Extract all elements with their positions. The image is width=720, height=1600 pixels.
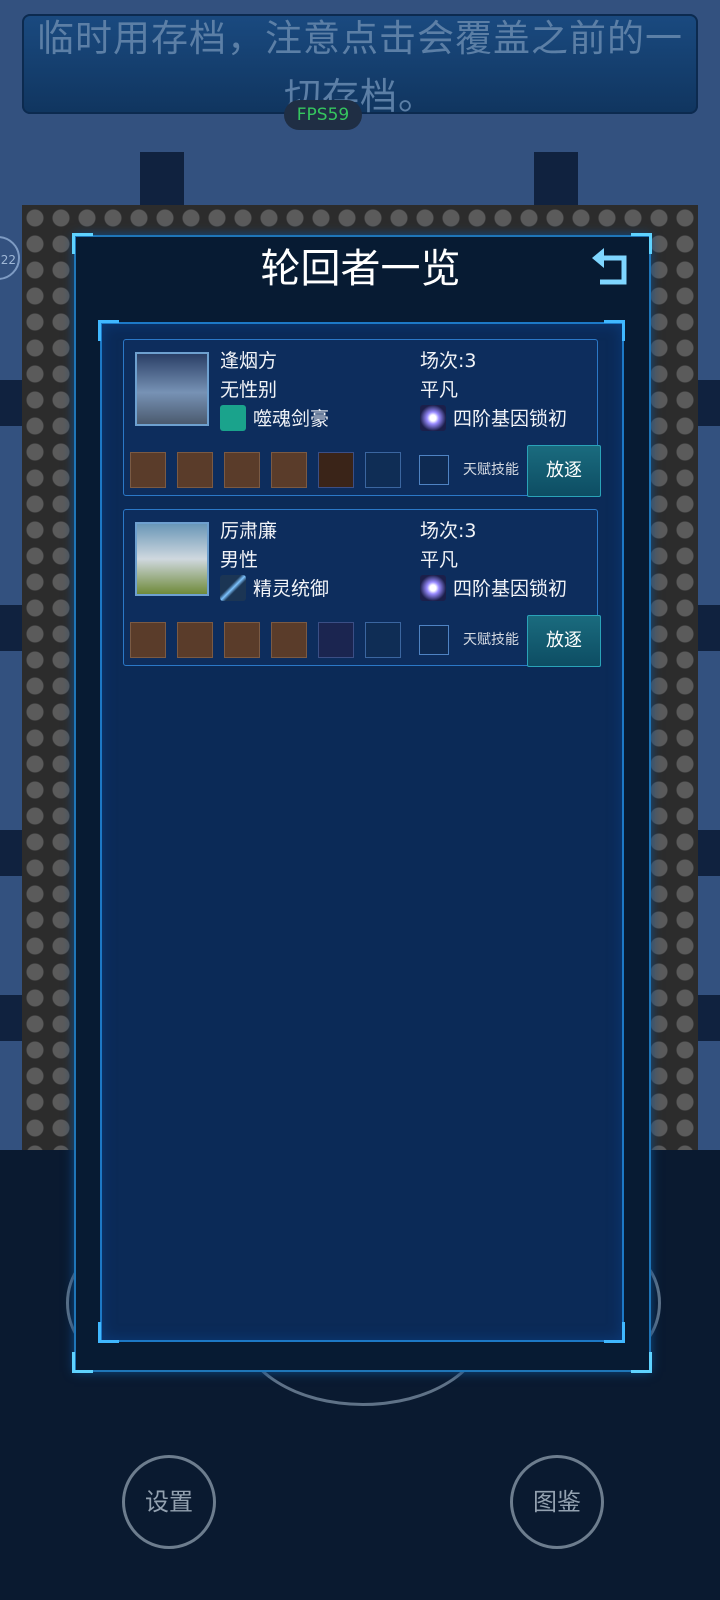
starburst-icon xyxy=(420,575,446,601)
return-arrow-icon xyxy=(592,248,627,285)
character-class: 精灵统御 xyxy=(253,578,330,600)
red-boots-icon[interactable] xyxy=(271,622,307,658)
crystal-shard-icon[interactable] xyxy=(271,452,307,488)
fps-counter: FPS59 xyxy=(284,100,362,130)
scythe-icon[interactable] xyxy=(318,452,354,488)
map-wall-right-4 xyxy=(698,995,720,1041)
character-tier: 平凡 xyxy=(420,549,459,571)
character-gender: 无性别 xyxy=(220,379,278,401)
talent-skill-checkbox[interactable] xyxy=(419,455,449,485)
exile-button[interactable]: 放逐 xyxy=(527,445,601,497)
character-portrait[interactable] xyxy=(135,352,209,426)
codex-button[interactable]: 图鉴 xyxy=(510,1455,604,1549)
exile-button[interactable]: 放逐 xyxy=(527,615,601,667)
talent-skill-checkbox[interactable] xyxy=(419,625,449,655)
spear-icon xyxy=(220,575,246,601)
character-tier: 平凡 xyxy=(420,379,459,401)
map-wall-left-4 xyxy=(0,995,22,1041)
map-wall-left-2 xyxy=(0,605,22,651)
back-button[interactable] xyxy=(588,244,636,292)
crystal-shard-icon[interactable] xyxy=(177,452,213,488)
green-blade-icon[interactable] xyxy=(224,622,260,658)
map-wall-left-3 xyxy=(0,830,22,876)
panel-corner-bl xyxy=(98,1322,119,1343)
modal-corner-br xyxy=(631,1352,652,1373)
gene-lock-level: 四阶基因锁初 xyxy=(453,578,568,600)
panel-corner-tl xyxy=(98,320,119,341)
panel-corner-tr xyxy=(604,320,625,341)
map-wall-top-left xyxy=(140,152,184,208)
crystal-shard-icon[interactable] xyxy=(130,452,166,488)
map-wall-right-3 xyxy=(698,830,720,876)
ghost-icon xyxy=(220,405,246,431)
settings-button[interactable]: 设置 xyxy=(122,1455,216,1549)
character-class: 噬魂剑豪 xyxy=(253,408,330,430)
modal-corner-bl xyxy=(72,1352,93,1373)
starburst-icon xyxy=(420,405,446,431)
character-gender: 男性 xyxy=(220,549,259,571)
map-wall-right-1 xyxy=(698,380,720,426)
character-portrait[interactable] xyxy=(135,522,209,596)
map-wall-left-1 xyxy=(0,380,22,426)
green-blade-icon[interactable] xyxy=(177,622,213,658)
equipment-slot-empty[interactable] xyxy=(365,622,401,658)
map-wall-right-2 xyxy=(698,605,720,651)
panel-corner-br xyxy=(604,1322,625,1343)
modal-title: 轮回者一览 xyxy=(260,246,461,292)
purple-staff-icon[interactable] xyxy=(318,622,354,658)
talent-skill-label: 天赋技能 xyxy=(463,462,519,478)
character-name: 厉肃廉 xyxy=(220,520,278,542)
equipment-slot-empty[interactable] xyxy=(365,452,401,488)
map-wall-top-right xyxy=(534,152,578,208)
character-name: 逢烟方 xyxy=(220,350,278,372)
crystal-shard-icon[interactable] xyxy=(224,452,260,488)
gene-lock-level: 四阶基因锁初 xyxy=(453,408,568,430)
green-blade-icon[interactable] xyxy=(130,622,166,658)
talent-skill-label: 天赋技能 xyxy=(463,632,519,648)
character-rounds: 场次:3 xyxy=(420,350,477,372)
character-rounds: 场次:3 xyxy=(420,520,477,542)
side-badge[interactable]: 22 xyxy=(0,236,20,280)
